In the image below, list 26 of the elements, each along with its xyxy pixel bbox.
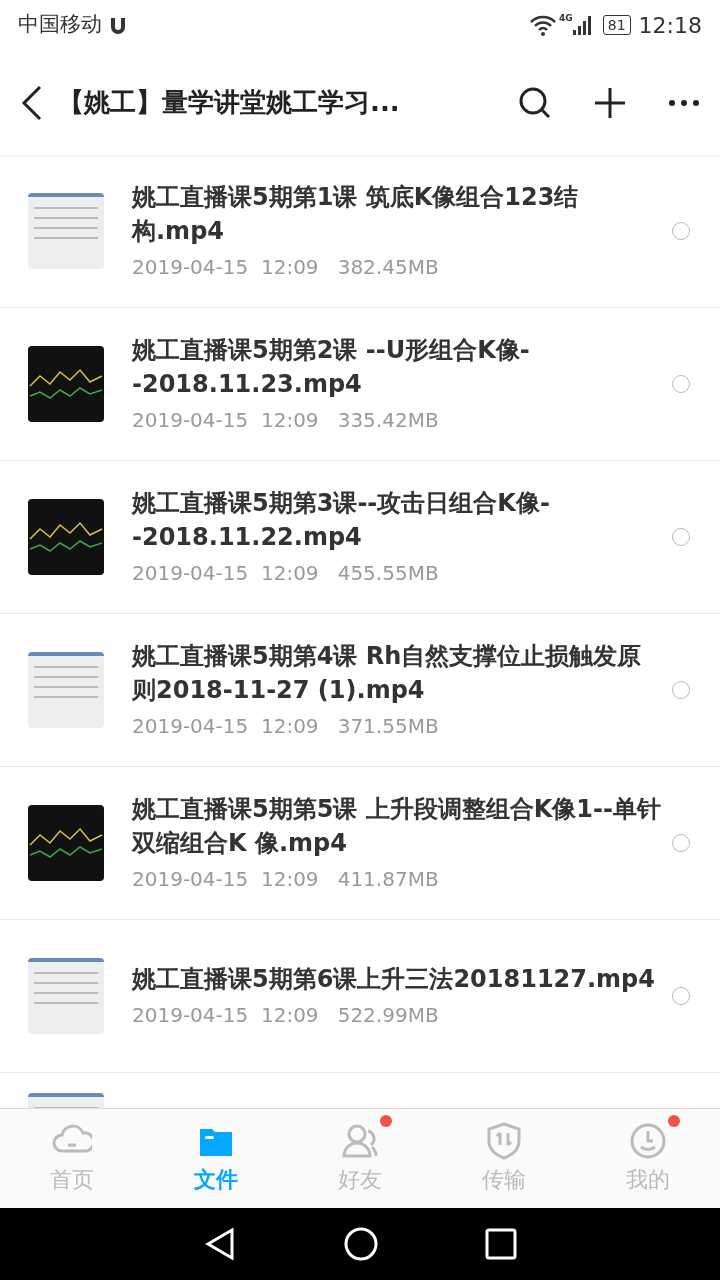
file-name[interactable]: 姚工直播课5期第2课 --U形组合K像--2018.11.23.mp4 <box>132 333 672 401</box>
file-info: 2019-04-15 12:09 455.55MB <box>132 560 440 587</box>
file-info: 2019-04-15 12:09 382.45MB <box>132 254 440 281</box>
file-name[interactable]: 姚工直播课5期第6课上升三法20181127.mp4 <box>132 962 672 996</box>
file-name[interactable]: 姚工直播课5期第1课 筑底K像组合123结构.mp4 <box>132 180 672 248</box>
search-icon[interactable] <box>518 85 552 120</box>
me-icon <box>628 1121 668 1161</box>
folder-title: 【姚工】量学讲堂姚工学习... <box>58 86 400 119</box>
file-name[interactable]: 姚工直播课5期第4课 Rh自然支撑位止损触发原则2018-11-27 (1).mp4 <box>132 639 672 707</box>
recents-nav-icon[interactable] <box>484 1228 517 1260</box>
file-info: 2019-04-15 12:09 522.99MB <box>132 1002 440 1029</box>
add-icon[interactable] <box>594 86 626 119</box>
file-name[interactable]: 姚工直播课5期第5课 上升段调整组合K像1--单针双缩组合K 像.mp4 <box>132 792 672 860</box>
wifi-icon <box>529 14 558 36</box>
clock: 12:18 <box>638 11 702 40</box>
network-type: 4G <box>559 12 573 25</box>
file-info: 2019-04-15 12:09 411.87MB <box>132 866 440 893</box>
home-nav-icon[interactable] <box>344 1227 378 1261</box>
file-info: 2019-04-15 12:09 371.55MB <box>132 713 440 740</box>
carrier-name: 中国移动 <box>18 11 102 39</box>
battery-level: 81 <box>602 15 631 35</box>
more-icon[interactable] <box>668 98 700 107</box>
file-info: 2019-04-15 12:09 335.42MB <box>132 407 440 434</box>
back-icon[interactable] <box>20 84 44 121</box>
signal-icon <box>572 15 591 35</box>
file-name[interactable]: 姚工直播课5期第3课--攻击日组合K像--2018.11.22.mp4 <box>132 486 672 554</box>
